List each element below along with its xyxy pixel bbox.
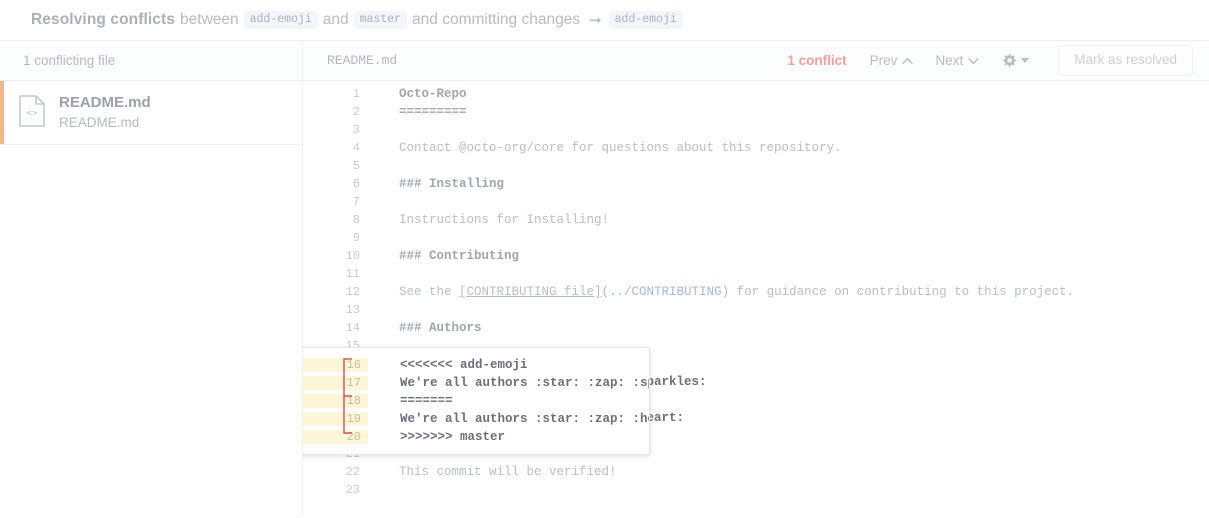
page-title: Resolving conflicts	[31, 11, 175, 29]
branch-badge-result: add-emoji	[609, 11, 683, 30]
markdown-link-label: [CONTRIBUTING file]	[459, 285, 602, 299]
line-number: 4	[303, 141, 367, 155]
line-number: 1	[303, 87, 367, 101]
line-text: ### Authors	[399, 321, 1209, 335]
editor-pane: README.md 1 conflict Prev Next	[303, 41, 1209, 515]
code-line: 6 ### Installing	[303, 175, 1209, 193]
code-line: 12 See the [CONTRIBUTING file](../CONTRIB…	[303, 283, 1209, 301]
code-line: 22 This commit will be verified!	[303, 463, 1209, 481]
line-text: Instructions for Installing!	[399, 213, 1209, 227]
code-file-icon: <>	[19, 95, 45, 130]
code-line: 4 Contact @octo-org/core for questions ab…	[303, 139, 1209, 157]
line-number: 6	[303, 177, 367, 191]
conflict-popup[interactable]: 16 <<<<<<< add-emoji 17 We're all authors :…	[303, 347, 650, 455]
line-number: 12	[303, 285, 367, 299]
conflict-line-number: 16	[303, 358, 368, 372]
editor-settings-button[interactable]	[1001, 53, 1029, 69]
header-tail-text: and committing changes	[412, 11, 580, 29]
conflict-count-label: 1 conflict	[787, 53, 846, 68]
line-text: ### Contributing	[399, 249, 1209, 263]
conflict-line-text: >>>>>>> master	[400, 430, 649, 444]
line-number: 9	[303, 231, 367, 245]
line-number: 10	[303, 249, 367, 263]
code-editor[interactable]: 1 Octo-Repo 2 ========= 3 4 Contact @octo-org/…	[303, 81, 1209, 518]
prev-conflict-label: Prev	[870, 53, 898, 68]
conflict-line-text: <<<<<<< add-emoji	[400, 358, 649, 372]
conflict-line-text: We're all authors :star: :zap: :heart:	[400, 412, 650, 426]
conflict-line-number: 18	[303, 394, 368, 408]
conflict-line-text: We're all authors :star: :zap: :sparkles…	[400, 376, 650, 390]
code-line: 13	[303, 301, 1209, 319]
conflict-line: 16 <<<<<<< add-emoji	[303, 356, 649, 374]
line-number: 2	[303, 105, 367, 119]
conflict-line: 20 >>>>>>> master	[303, 428, 649, 446]
code-line: 2 =========	[303, 103, 1209, 121]
sidebar-file-meta: README.md README.md	[59, 93, 151, 132]
sidebar-item-readme[interactable]: <> README.md README.md	[0, 81, 302, 145]
line-number: 13	[303, 303, 367, 317]
line-text: Octo-Repo	[399, 87, 1209, 101]
code-line: 14 ### Authors	[303, 319, 1209, 337]
conflict-line-text: =======	[400, 394, 649, 408]
editor-toolbar: README.md 1 conflict Prev Next	[303, 41, 1209, 81]
code-line: 1 Octo-Repo	[303, 85, 1209, 103]
line-number: 11	[303, 267, 367, 281]
line-number: 3	[303, 123, 367, 137]
code-line: 8 Instructions for Installing!	[303, 211, 1209, 229]
conflict-line: 17 We're all authors :star: :zap: :sparkl…	[303, 374, 649, 392]
line-number: 22	[303, 465, 367, 479]
main-layout: 1 conflicting file <> README.md README.m…	[0, 41, 1209, 515]
sidebar-file-name: README.md	[59, 94, 151, 111]
arrow-right-icon: ➞	[589, 13, 602, 28]
sidebar-heading: 1 conflicting file	[0, 41, 302, 81]
conflict-file-sidebar: 1 conflicting file <> README.md README.m…	[0, 41, 303, 515]
editor-toolbar-actions: 1 conflict Prev Next Mark as reso	[787, 45, 1193, 76]
mark-as-resolved-button[interactable]: Mark as resolved	[1058, 45, 1193, 76]
code-line: 7	[303, 193, 1209, 211]
conflict-line-number: 20	[303, 430, 368, 444]
header-between-text: between	[180, 11, 239, 29]
editor-filename: README.md	[327, 53, 397, 68]
code-line: 11	[303, 265, 1209, 283]
svg-text:<>: <>	[27, 109, 38, 119]
conflict-line-number: 19	[303, 412, 368, 426]
code-line: 9	[303, 229, 1209, 247]
line-text: =========	[399, 105, 1209, 119]
line-number: 8	[303, 213, 367, 227]
line-number: 14	[303, 321, 367, 335]
next-conflict-button[interactable]: Next	[935, 53, 979, 68]
line-number: 23	[303, 483, 367, 497]
branch-badge-source: add-emoji	[244, 11, 318, 30]
next-conflict-label: Next	[935, 53, 963, 68]
markdown-link-url: (../CONTRIBUTING)	[602, 285, 730, 299]
conflict-line-number: 17	[303, 376, 368, 390]
line-text: Contact @octo-org/core for questions abo…	[399, 141, 1209, 155]
code-line: 23	[303, 481, 1209, 499]
prev-conflict-button[interactable]: Prev	[870, 53, 914, 68]
header-and-text: and	[323, 11, 349, 29]
page-header: Resolving conflicts between add-emoji an…	[0, 0, 1209, 41]
sidebar-file-path: README.md	[59, 115, 139, 130]
code-line: 5	[303, 157, 1209, 175]
conflict-line: 18 =======	[303, 392, 649, 410]
caret-down-icon	[1021, 58, 1029, 63]
line-number: 7	[303, 195, 367, 209]
line-text: ### Installing	[399, 177, 1209, 191]
chevron-down-icon	[968, 57, 979, 65]
gear-icon	[1001, 53, 1017, 69]
branch-badge-target: master	[354, 11, 407, 30]
conflict-line-list: 16 <<<<<<< add-emoji 17 We're all authors :…	[303, 356, 649, 446]
line-text: This commit will be verified!	[399, 465, 1209, 479]
line-text: See the [CONTRIBUTING file](../CONTRIBUT…	[399, 285, 1209, 299]
code-line: 3	[303, 121, 1209, 139]
code-line: 10 ### Contributing	[303, 247, 1209, 265]
line-number: 5	[303, 159, 367, 173]
conflict-line: 19 We're all authors :star: :zap: :heart:	[303, 410, 649, 428]
chevron-up-icon	[902, 57, 913, 65]
